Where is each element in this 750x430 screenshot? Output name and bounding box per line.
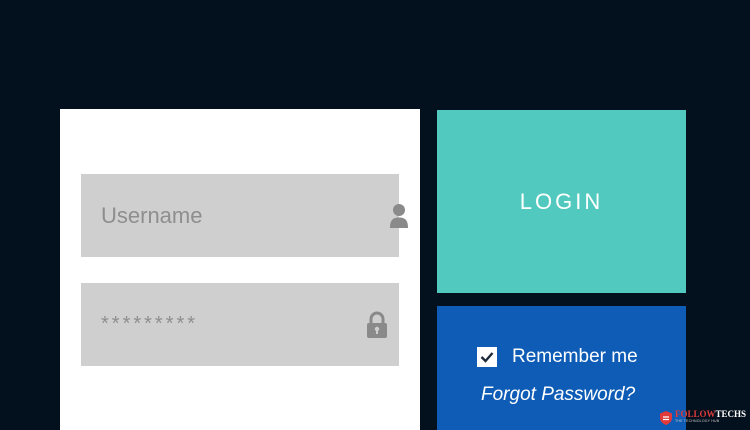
username-field[interactable]	[81, 174, 408, 257]
forgot-password-link[interactable]: Forgot Password?	[481, 384, 635, 406]
options-panel: Remember me Forgot Password?	[437, 306, 686, 430]
login-button[interactable]: LOGIN	[437, 110, 686, 293]
remember-me-toggle[interactable]: Remember me	[477, 346, 638, 368]
checkmark-icon	[480, 352, 494, 363]
watermark-brand: FOLLOWTECHS	[675, 409, 747, 419]
login-form-panel	[60, 109, 420, 430]
remember-me-label: Remember me	[512, 346, 638, 367]
followtechs-watermark: FOLLOWTECHS THE TECHNOLOGY HUB	[660, 410, 750, 430]
shield-logo-icon	[660, 411, 672, 425]
remember-me-checkbox[interactable]	[477, 347, 497, 367]
lock-icon	[366, 310, 388, 340]
watermark-tagline: THE TECHNOLOGY HUB	[675, 419, 720, 423]
password-input[interactable]	[101, 283, 366, 366]
password-field[interactable]	[81, 283, 399, 366]
username-input[interactable]	[101, 174, 389, 257]
user-icon	[389, 201, 409, 231]
